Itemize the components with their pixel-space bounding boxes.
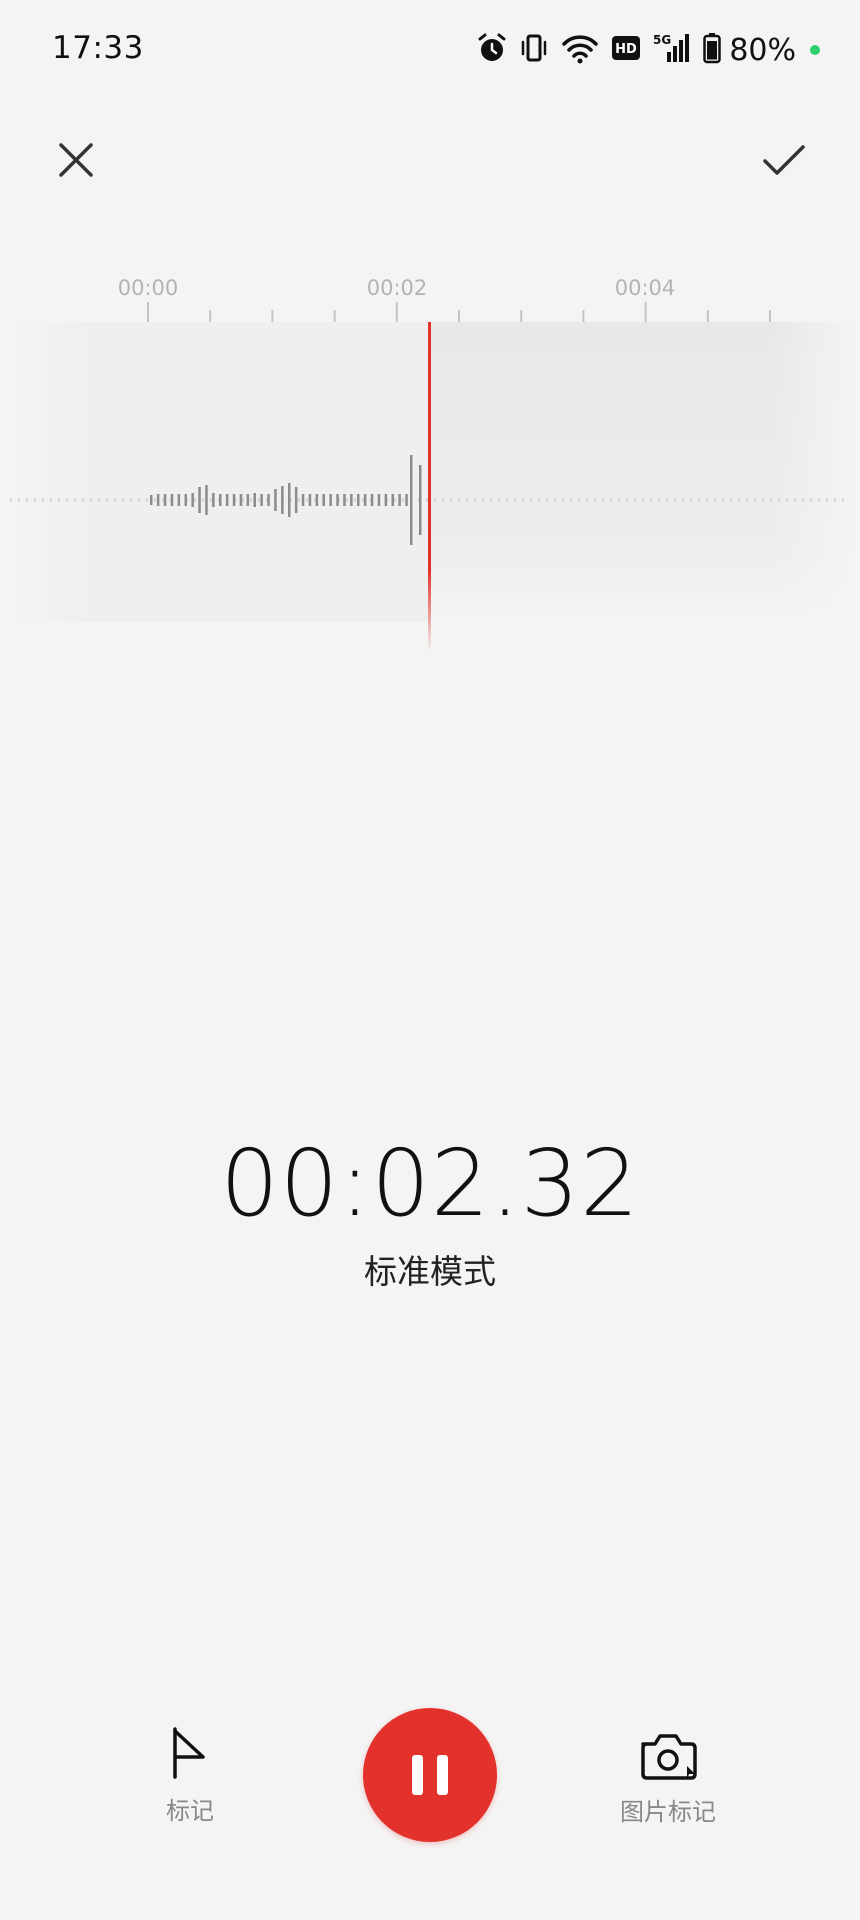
- confirm-button[interactable]: [754, 130, 814, 190]
- alarm-icon: [477, 32, 507, 68]
- close-button[interactable]: [46, 130, 106, 190]
- waveform-bar: [177, 494, 181, 506]
- waveform-bar: [343, 494, 346, 506]
- waveform-bar: [363, 494, 367, 506]
- privacy-indicator-dot: [810, 45, 820, 55]
- waveform-bar: [246, 494, 250, 506]
- svg-text:HD: HD: [615, 42, 637, 57]
- waveform-bar: [232, 494, 236, 506]
- waveform-bar: [239, 494, 243, 506]
- waveform-bar: [219, 494, 222, 506]
- close-icon: [59, 143, 93, 177]
- hd-icon: HD: [611, 35, 641, 65]
- waveform-bar: [156, 494, 160, 506]
- waveform-bar: [315, 494, 319, 506]
- waveform-bar: [329, 494, 332, 506]
- waveform-bar: [405, 494, 408, 506]
- status-bar: 17:33 HD 5G 80%: [0, 0, 860, 100]
- waveform-bar: [198, 487, 201, 513]
- mark-label: 标记: [166, 1797, 214, 1825]
- waveform-bar: [281, 486, 284, 514]
- waveform-bar: [212, 493, 215, 507]
- waveform-canvas: [0, 302, 860, 652]
- waveform-bar: [191, 493, 194, 507]
- elapsed-timer: 00:02.32: [220, 1130, 640, 1237]
- waveform-bar: [274, 489, 277, 511]
- waveform-bar: [419, 465, 422, 535]
- mark-button[interactable]: 标记: [140, 1725, 240, 1826]
- waveform-bar: [225, 494, 229, 506]
- waveform-bar: [150, 495, 153, 505]
- svg-text:5G: 5G: [653, 33, 671, 47]
- waveform-bar: [384, 494, 388, 506]
- playhead[interactable]: [428, 322, 431, 652]
- waveform-bar: [163, 494, 167, 506]
- battery-icon: [703, 32, 722, 68]
- waveform-bar: [336, 494, 339, 506]
- waveform-timeline[interactable]: 00:00 00:02 00:04: [0, 260, 860, 720]
- battery-percentage: 80%: [729, 32, 796, 68]
- waveform-bar: [398, 494, 401, 506]
- waveform-bar: [170, 494, 174, 506]
- waveform-bar: [357, 494, 360, 506]
- left-fade: [0, 322, 90, 632]
- recording-mode[interactable]: 标准模式: [0, 1245, 860, 1293]
- waveform-bar: [370, 494, 374, 506]
- waveform-bar: [260, 494, 263, 506]
- waveform-bar: [253, 493, 256, 507]
- waveform-bar: [377, 494, 381, 506]
- waveform-bar: [410, 455, 413, 545]
- photo-mark-button[interactable]: 图片标记: [598, 1730, 738, 1827]
- camera-icon: [641, 1734, 697, 1780]
- status-icons: HD 5G 80%: [465, 30, 820, 70]
- waveform-bar: [294, 487, 298, 513]
- check-icon: [763, 145, 805, 175]
- ruler-ticks: [147, 302, 771, 322]
- signal-5g-icon: 5G: [653, 32, 691, 68]
- right-fade: [770, 322, 860, 632]
- waveform-bar: [288, 483, 291, 517]
- pause-icon: [412, 1755, 423, 1795]
- waveform-bar: [322, 494, 325, 506]
- waveform-bar: [205, 485, 208, 515]
- flag-icon: [173, 1727, 205, 1779]
- vibrate-icon: [519, 32, 549, 68]
- waveform-bar: [184, 494, 187, 506]
- waveform-bar: [267, 494, 270, 506]
- waveform-bar: [350, 494, 353, 506]
- recorder-screen: 17:33 HD 5G 80% 00:00 00:02 00:04 00:02.…: [0, 0, 860, 1920]
- waveform-bar: [391, 494, 394, 506]
- photo-mark-label: 图片标记: [620, 1798, 716, 1826]
- wifi-icon: [561, 32, 599, 68]
- status-time: 17:33: [52, 30, 144, 66]
- pause-button[interactable]: [363, 1708, 497, 1842]
- waveform-bar: [308, 494, 312, 506]
- pause-icon-bar: [437, 1755, 448, 1795]
- waveform-bar: [301, 494, 305, 506]
